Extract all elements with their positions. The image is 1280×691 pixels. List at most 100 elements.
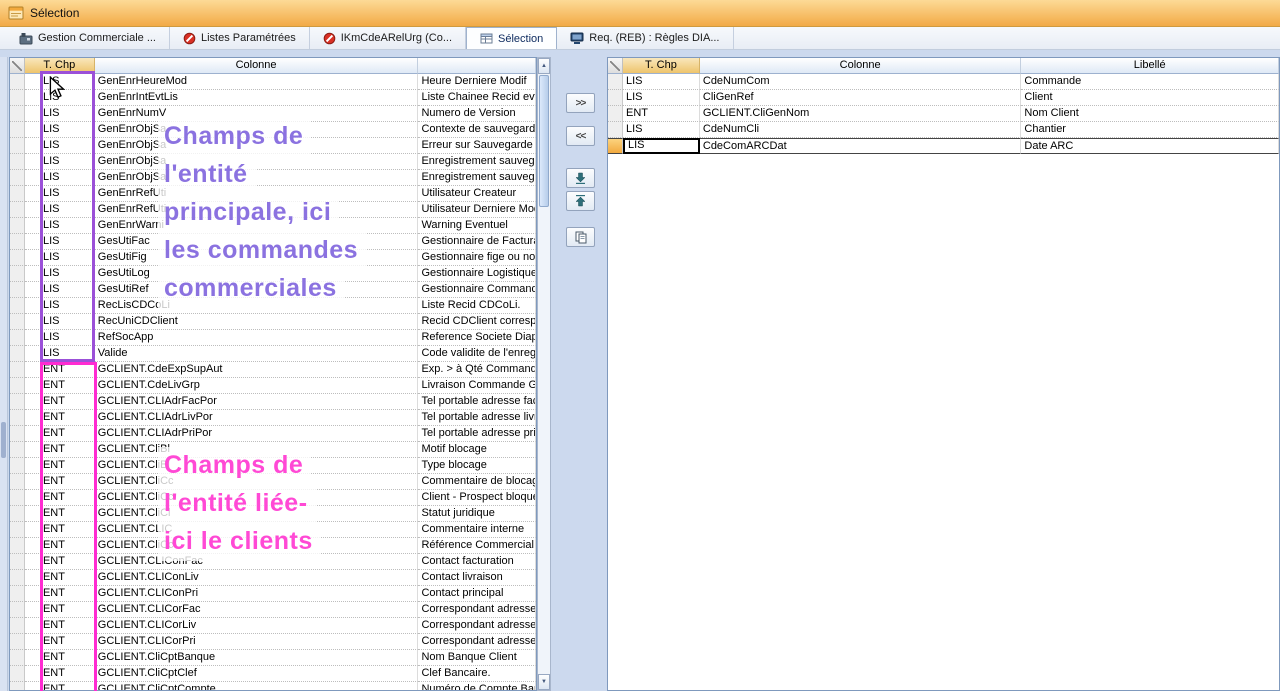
table-row[interactable]: LISGenEnrObjSaEnregistrement sauvega: [10, 154, 536, 170]
table-row[interactable]: ENTGCLIENT.CliCcClient - Prospect bloqué: [10, 490, 536, 506]
table-cell: Commentaire de blocage: [418, 474, 536, 490]
table-cell: Correspondant adresse: [418, 602, 536, 618]
table-row[interactable]: LISGenEnrObjSaErreur sur Sauvegarde c: [10, 138, 536, 154]
table-cell: Liste Recid CDCoLi.: [418, 298, 536, 314]
row-indicator: [10, 666, 25, 682]
table-row[interactable]: ENTGCLIENT.CLIAdrLivPorTel portable adre…: [10, 410, 536, 426]
corner-selector[interactable]: [608, 58, 623, 74]
row-indicator: [10, 218, 25, 234]
table-cell: Chantier: [1021, 122, 1279, 138]
table-row[interactable]: ENTGCLIENT.CliCcCommentaire de blocage: [10, 474, 536, 490]
scroll-thumb[interactable]: [539, 75, 549, 207]
table-cell: GCLIENT.CliCptClef: [95, 666, 419, 682]
table-cell: LIS: [25, 90, 95, 106]
table-cell: ENT: [25, 618, 95, 634]
panel-titlebar[interactable]: Sélection: [0, 0, 1280, 27]
table-row[interactable]: ENTGCLIENT.CliClStatut juridique: [10, 506, 536, 522]
table-cell: GCLIENT.CliCl: [95, 506, 419, 522]
table-row[interactable]: LISGenEnrObjSaContexte de sauvegarde: [10, 122, 536, 138]
table-row[interactable]: LISGesUtiLogGestionnaire Logistique: [10, 266, 536, 282]
table-row[interactable]: LISGenEnrNumVNumero de Version: [10, 106, 536, 122]
table-cell: ENT: [25, 410, 95, 426]
table-row[interactable]: ENTGCLIENT.CliCptBanqueNom Banque Client: [10, 650, 536, 666]
row-indicator: [10, 602, 25, 618]
row-indicator: [10, 154, 25, 170]
table-row[interactable]: ENTGCLIENT.CLICCommentaire interne: [10, 522, 536, 538]
table-row[interactable]: LISCdeComARCDatDate ARC: [608, 138, 1279, 154]
row-indicator: [10, 394, 25, 410]
table-row[interactable]: LISCdeNumCliChantier: [608, 122, 1279, 138]
column-header[interactable]: Colonne: [95, 58, 419, 74]
table-row[interactable]: ENTGCLIENT.CLICorLivCorrespondant adress…: [10, 618, 536, 634]
table-row[interactable]: LISGesUtiFacGestionnaire de Factura: [10, 234, 536, 250]
table-row[interactable]: ENTGCLIENT.CLICorPriCorrespondant adress…: [10, 634, 536, 650]
row-indicator: [10, 538, 25, 554]
left-table-scrollbar[interactable]: ▲ ▼: [537, 57, 551, 691]
left-edge-scroll-thumb[interactable]: [1, 422, 6, 458]
table-row[interactable]: LISRecUniCDClientRecid CDClient correspo: [10, 314, 536, 330]
column-header[interactable]: [418, 58, 536, 74]
remove-all-button[interactable]: <<: [566, 126, 595, 146]
table-cell: Contact livraison: [418, 570, 536, 586]
table-cell: RecLisCDCoLi: [95, 298, 419, 314]
table-row[interactable]: LISRefSocAppReference Societe Diap: [10, 330, 536, 346]
table-row[interactable]: ENTGCLIENT.CLIAdrPriPorTel portable adre…: [10, 426, 536, 442]
table-row[interactable]: ENTGCLIENT.CLIConPriContact principal: [10, 586, 536, 602]
add-all-button[interactable]: >>: [566, 93, 595, 113]
table-row[interactable]: ENTGCLIENT.CliGenNomNom Client: [608, 106, 1279, 122]
app-icon: [19, 32, 33, 45]
table-row[interactable]: ENTGCLIENT.CLIConFacContact facturation: [10, 554, 536, 570]
table-cell: Tel portable adresse pri: [418, 426, 536, 442]
table-cell: Client: [1021, 90, 1279, 106]
move-up-button[interactable]: [566, 191, 595, 211]
table-row[interactable]: LISGenEnrWarniWarning Eventuel: [10, 218, 536, 234]
table-row[interactable]: LISRecLisCDCoLiListe Recid CDCoLi.: [10, 298, 536, 314]
table-cell: GCLIENT.CLIAdrLivPor: [95, 410, 419, 426]
table-row[interactable]: LISGesUtiFigGestionnaire fige ou nor: [10, 250, 536, 266]
table-row[interactable]: ENTGCLIENT.CliCptCompteNuméro de Compte …: [10, 682, 536, 691]
table-row[interactable]: LISCliGenRefClient: [608, 90, 1279, 106]
table-row[interactable]: ENTGCLIENT.CLICorFacCorrespondant adress…: [10, 602, 536, 618]
table-cell: GCLIENT.CLIConPri: [95, 586, 419, 602]
scroll-down-icon[interactable]: ▼: [538, 674, 550, 690]
table-row[interactable]: LISGesUtiRefGestionnaire Commande: [10, 282, 536, 298]
table-cell: Gestionnaire Commande: [418, 282, 536, 298]
table-row[interactable]: LISValideCode validite de l'enregi: [10, 346, 536, 362]
copy-button[interactable]: [566, 227, 595, 247]
table-cell: GenEnrIntEvtLis: [95, 90, 419, 106]
table-row[interactable]: ENTGCLIENT.CliBlType blocage: [10, 458, 536, 474]
column-header[interactable]: T. Chp: [25, 58, 95, 74]
table-row[interactable]: LISGenEnrHeureModHeure Derniere Modif: [10, 74, 536, 90]
tab-req-reb-r-gles-dia[interactable]: Req. (REB) : Règles DIA...: [557, 27, 733, 49]
row-indicator: [10, 410, 25, 426]
tab-gestion-commerciale[interactable]: Gestion Commerciale ...: [6, 27, 170, 49]
table-row[interactable]: LISGenEnrRefUtiUtilisateur Createur: [10, 186, 536, 202]
row-indicator: [608, 90, 623, 106]
left-edge-scrollbar[interactable]: [0, 57, 8, 691]
corner-selector[interactable]: [10, 58, 25, 74]
table-cell: Date ARC: [1021, 138, 1279, 154]
row-indicator: [10, 474, 25, 490]
table-cell: Valide: [95, 346, 419, 362]
table-row[interactable]: LISCdeNumComCommande: [608, 74, 1279, 90]
table-row[interactable]: ENTGCLIENT.CliBlMotif blocage: [10, 442, 536, 458]
table-row[interactable]: ENTGCLIENT.CLIAdrFacPorTel portable adre…: [10, 394, 536, 410]
table-row[interactable]: ENTGCLIENT.CdeExpSupAutExp. > à Qté Comm…: [10, 362, 536, 378]
table-cell: Reference Societe Diap: [418, 330, 536, 346]
table-row[interactable]: ENTGCLIENT.CliCcRéférence Commercial: [10, 538, 536, 554]
column-header[interactable]: Libellé: [1021, 58, 1279, 74]
scroll-up-icon[interactable]: ▲: [538, 58, 550, 74]
column-header[interactable]: T. Chp: [623, 58, 700, 74]
tab-s-lection[interactable]: Sélection: [466, 27, 557, 49]
column-header[interactable]: Colonne: [700, 58, 1022, 74]
table-row[interactable]: LISGenEnrRefUtiUtilisateur Derniere Mod: [10, 202, 536, 218]
row-indicator: [10, 634, 25, 650]
table-row[interactable]: LISGenEnrObjSaEnregistrement sauvega: [10, 170, 536, 186]
move-down-button[interactable]: [566, 168, 595, 188]
tab-ikmcdearelurg-co[interactable]: IKmCdeARelUrg (Co...: [310, 27, 466, 49]
table-row[interactable]: ENTGCLIENT.CdeLivGrpLivraison Commande G…: [10, 378, 536, 394]
table-row[interactable]: ENTGCLIENT.CLIConLivContact livraison: [10, 570, 536, 586]
table-row[interactable]: LISGenEnrIntEvtLisListe Chainee Recid ev…: [10, 90, 536, 106]
tab-listes-param-tr-es[interactable]: Listes Paramétrées: [170, 27, 310, 49]
table-row[interactable]: ENTGCLIENT.CliCptClefClef Bancaire.: [10, 666, 536, 682]
